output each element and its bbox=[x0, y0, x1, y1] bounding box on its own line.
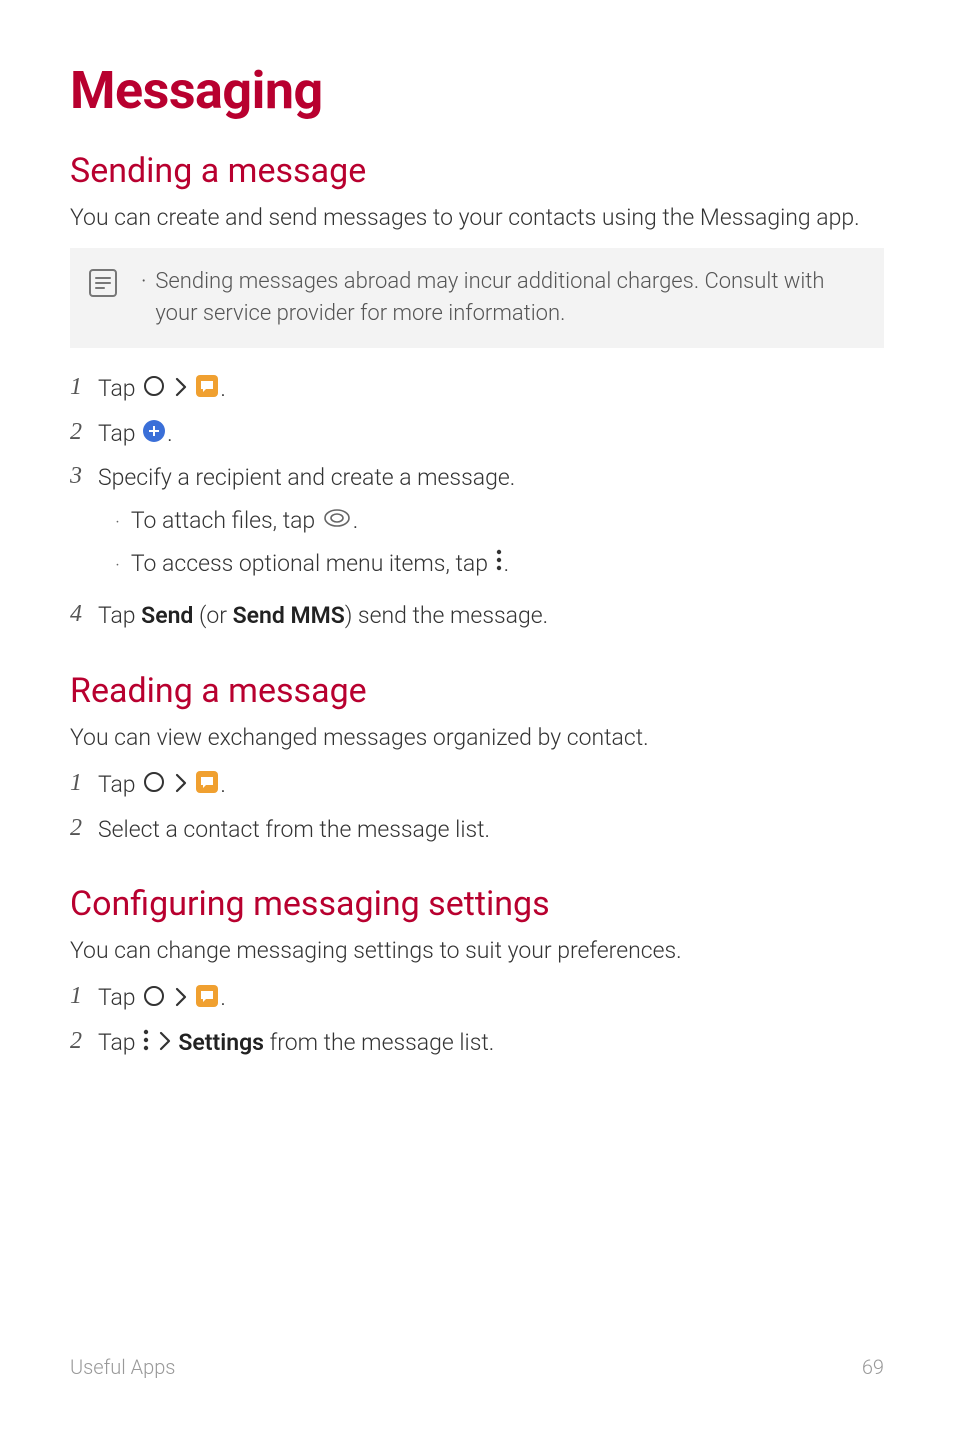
messaging-app-icon bbox=[196, 373, 218, 406]
step-text: from the message list. bbox=[264, 1029, 494, 1056]
sending-intro: You can create and send messages to your… bbox=[70, 201, 884, 234]
settings-label: Settings bbox=[178, 1029, 264, 1056]
sending-step-1: Tap . bbox=[70, 372, 884, 407]
chevron-right-icon bbox=[159, 1027, 171, 1060]
messaging-app-icon bbox=[196, 769, 218, 802]
sending-step-4: Tap Send (or Send MMS) send the message. bbox=[70, 599, 884, 632]
chevron-right-icon bbox=[175, 983, 187, 1016]
compose-icon bbox=[143, 418, 165, 451]
step-text: Tap bbox=[98, 1029, 141, 1056]
send-label: Send bbox=[141, 602, 193, 629]
step-text: Tap bbox=[98, 602, 141, 629]
reading-intro: You can view exchanged messages organize… bbox=[70, 721, 884, 754]
sub-text: . bbox=[353, 507, 359, 534]
page-title: Messaging bbox=[70, 60, 884, 121]
footer-section-label: Useful Apps bbox=[70, 1355, 175, 1379]
sub-item-attach: • To attach files, tap . bbox=[98, 503, 884, 540]
section-heading-sending: Sending a message bbox=[70, 151, 884, 191]
bullet-dot: • bbox=[116, 559, 119, 573]
sub-item-menu: • To access optional menu items, tap . bbox=[98, 546, 884, 583]
config-step-2: Tap Settings from the message list. bbox=[70, 1026, 884, 1061]
sub-text: To attach files, tap bbox=[131, 507, 321, 534]
send-mms-label: Send MMS bbox=[233, 602, 345, 629]
note-icon bbox=[88, 268, 124, 302]
more-icon bbox=[496, 546, 502, 583]
step-text: . bbox=[220, 771, 226, 798]
reading-step-1: Tap . bbox=[70, 768, 884, 803]
config-step-1: Tap . bbox=[70, 981, 884, 1016]
step-text: Specify a recipient and create a message… bbox=[98, 464, 515, 491]
step-text: Select a contact from the message list. bbox=[98, 816, 490, 843]
bullet-dot: • bbox=[116, 516, 119, 530]
step-text: ) send the message. bbox=[345, 602, 548, 629]
config-intro: You can change messaging settings to sui… bbox=[70, 934, 884, 967]
more-icon bbox=[143, 1027, 149, 1060]
step-text: Tap bbox=[98, 984, 141, 1011]
step-text: Tap bbox=[98, 420, 141, 447]
page-footer: Useful Apps 69 bbox=[70, 1355, 884, 1379]
step-text: . bbox=[220, 984, 226, 1011]
sub-text: To access optional menu items, tap bbox=[131, 550, 494, 577]
step-text: Tap bbox=[98, 771, 141, 798]
sub-text: . bbox=[504, 550, 510, 577]
footer-page-number: 69 bbox=[862, 1355, 884, 1379]
note-text: Sending messages abroad may incur additi… bbox=[155, 266, 864, 330]
sending-step-3-sublist: • To attach files, tap . • To access opt… bbox=[98, 503, 884, 584]
reading-steps: Tap . Select a contact from the message … bbox=[70, 768, 884, 846]
sending-step-3: Specify a recipient and create a message… bbox=[70, 461, 884, 589]
sending-step-2: Tap . bbox=[70, 417, 884, 452]
chevron-right-icon bbox=[175, 373, 187, 406]
home-icon bbox=[143, 983, 165, 1016]
step-text: . bbox=[167, 420, 173, 447]
messaging-app-icon bbox=[196, 983, 218, 1016]
step-text: . bbox=[220, 375, 226, 402]
step-text: Tap bbox=[98, 375, 141, 402]
section-heading-reading: Reading a message bbox=[70, 671, 884, 711]
chevron-right-icon bbox=[175, 769, 187, 802]
reading-step-2: Select a contact from the message list. bbox=[70, 813, 884, 846]
step-text: (or bbox=[193, 602, 232, 629]
home-icon bbox=[143, 769, 165, 802]
attach-icon bbox=[323, 503, 351, 540]
section-heading-config: Configuring messaging settings bbox=[70, 884, 884, 924]
bullet-dot: • bbox=[142, 276, 145, 287]
config-steps: Tap . Tap Settings from the message list… bbox=[70, 981, 884, 1060]
sending-steps: Tap . Tap . Specify a recipient and crea… bbox=[70, 372, 884, 633]
note-box: • Sending messages abroad may incur addi… bbox=[70, 248, 884, 348]
home-icon bbox=[143, 373, 165, 406]
